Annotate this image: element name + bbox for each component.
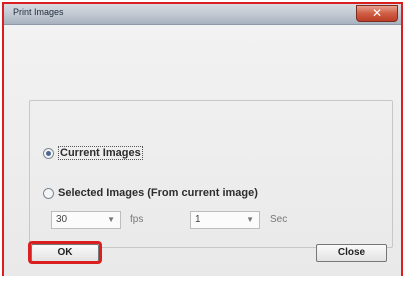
fps-select[interactable]: 30 ▼: [51, 211, 121, 229]
options-group: Current Images Selected Images (From cur…: [29, 100, 393, 248]
fps-value: 30: [56, 214, 68, 225]
fps-unit-label: fps: [130, 214, 144, 225]
current-images-radio[interactable]: [43, 147, 54, 159]
current-images-label: Current Images: [58, 146, 143, 160]
seconds-select[interactable]: 1 ▼: [190, 211, 260, 229]
selected-images-label: Selected Images (From current image): [58, 187, 258, 199]
seconds-unit-label: Sec: [270, 214, 288, 225]
seconds-value: 1: [195, 214, 201, 225]
ok-button-highlight: [28, 241, 102, 264]
selected-images-radio[interactable]: [43, 187, 54, 199]
title-bar: Print Images ✕: [4, 4, 401, 25]
window-title: Print Images: [13, 7, 64, 17]
dialog-body: Current Images Selected Images (From cur…: [4, 25, 401, 276]
selected-images-option[interactable]: Selected Images (From current image): [43, 187, 258, 199]
close-button[interactable]: Close: [316, 244, 387, 262]
close-icon: ✕: [371, 6, 383, 20]
current-images-option[interactable]: Current Images: [43, 146, 143, 160]
window-close-button[interactable]: ✕: [356, 5, 398, 22]
chevron-down-icon: ▼: [107, 215, 115, 224]
chevron-down-icon: ▼: [246, 215, 254, 224]
